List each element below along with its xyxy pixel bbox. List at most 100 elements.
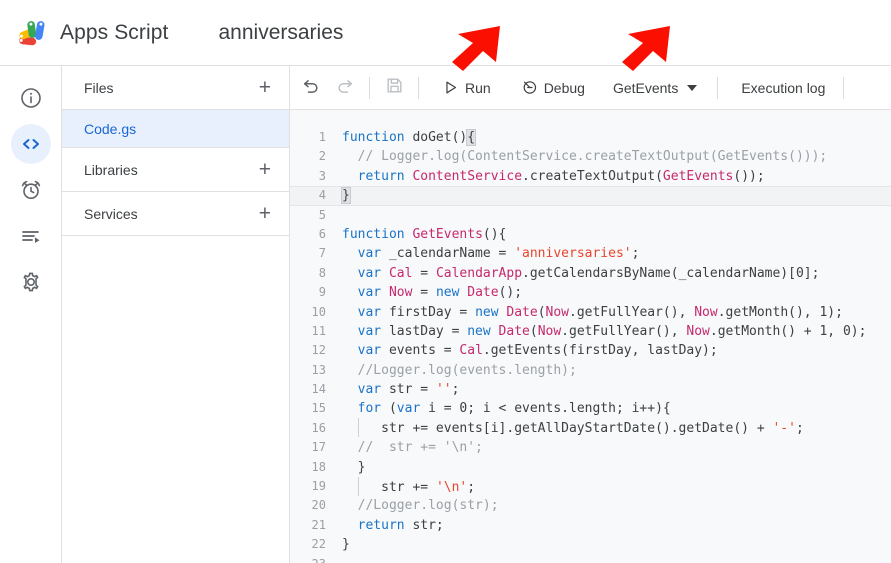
code-line: 11 var lastDay = new Date(Now.getFullYea… (290, 322, 891, 341)
add-file-button[interactable]: + (259, 77, 271, 98)
save-disk-icon (385, 76, 404, 100)
code-line-text: for (var i = 0; i < events.length; i++){ (338, 399, 671, 418)
function-selector[interactable]: GetEvents (605, 76, 705, 100)
line-number: 23 (290, 555, 338, 563)
line-number: 1 (318, 130, 326, 144)
code-token: return (357, 517, 405, 533)
files-label: Files (84, 79, 114, 96)
code-token: ()); (733, 168, 765, 184)
code-token: } (342, 537, 350, 553)
code-line-text: function doGet(){ (338, 128, 477, 147)
code-line-text: return ContentService.createTextOutput(G… (338, 167, 765, 186)
code-token: Date (467, 285, 499, 301)
code-line: 18 } (290, 458, 891, 477)
code-token: str += (357, 479, 436, 495)
sidebar-item-editor[interactable] (10, 124, 51, 164)
code-line-text: return str; (338, 516, 444, 535)
code-line-text: var Now = new Date(); (338, 283, 522, 302)
code-token: i = (420, 401, 460, 417)
run-button[interactable]: Run (434, 75, 499, 100)
line-number: 14 (311, 382, 326, 397)
files-panel: Files + Code.gs Libraries + Services + (62, 66, 290, 563)
line-number: 16 (311, 420, 326, 435)
services-section-header[interactable]: Services + (62, 192, 289, 236)
code-line-text: function GetEvents(){ (338, 225, 506, 244)
undo-icon (301, 75, 321, 100)
code-token: // str += '\n'; (357, 440, 483, 456)
services-label: Services (84, 205, 138, 222)
redo-button[interactable] (328, 71, 362, 105)
sidebar-item-executions[interactable] (11, 216, 51, 256)
code-token: '-' (772, 421, 796, 437)
code-editor[interactable]: 1 function doGet(){2 // Logger.log(Conten… (290, 110, 891, 563)
code-line: 9 var Now = new Date(); (290, 283, 891, 302)
add-service-button[interactable]: + (259, 203, 271, 224)
sidebar-item-triggers[interactable] (11, 170, 51, 210)
code-token: Cal (459, 343, 483, 359)
code-line-text: } (338, 186, 351, 205)
code-line-text: } (338, 458, 366, 477)
code-line-text: str += events[i].getAllDayStartDate().ge… (338, 418, 804, 438)
code-line: 22} (290, 535, 891, 554)
code-line: 6 function GetEvents(){ (290, 225, 891, 244)
save-button[interactable] (377, 71, 411, 105)
code-token: Cal (388, 265, 413, 281)
toolbar-divider-4 (843, 76, 845, 99)
code-token: ); (827, 304, 843, 320)
code-token: lastDay = (381, 323, 468, 339)
code-token: ; (451, 382, 460, 398)
code-token: var (396, 401, 421, 417)
line-number: 2 (318, 149, 326, 164)
file-item-code-gs[interactable]: Code.gs (62, 110, 289, 148)
code-token: , (827, 323, 843, 339)
code-line-text: var _calendarName = 'anniversaries'; (338, 244, 640, 263)
executions-list-icon (19, 224, 43, 248)
code-token: 'anniversaries' (514, 246, 632, 262)
app-name: Apps Script (60, 20, 169, 44)
code-token: var (357, 265, 382, 281)
play-icon (442, 79, 459, 96)
code-token: () (451, 130, 468, 145)
code-line-text: var str = ''; (338, 380, 460, 399)
execution-log-label: Execution log (741, 79, 826, 96)
code-token: new (435, 285, 460, 301)
libraries-section-header[interactable]: Libraries + (62, 148, 289, 192)
code-token: 0 (842, 323, 851, 339)
sidebar-item-overview[interactable] (11, 78, 51, 118)
line-number: 19 (311, 479, 326, 494)
line-number: 11 (311, 323, 326, 338)
code-token: Date (498, 323, 530, 339)
debug-button[interactable]: Debug (513, 75, 593, 100)
code-token: ]; (803, 265, 820, 281)
code-token: var (357, 382, 382, 398)
line-number: 9 (318, 285, 326, 300)
code-token: Now (537, 323, 562, 339)
code-token: var (357, 304, 382, 320)
code-line: 4} (290, 186, 891, 206)
execution-log-button[interactable]: Execution log (733, 76, 833, 100)
code-token: (){ (482, 226, 507, 242)
code-line-text: // str += '\n'; (338, 438, 483, 457)
code-token: function (342, 226, 405, 242)
add-library-button[interactable]: + (259, 159, 271, 180)
sidebar-item-project-settings[interactable] (11, 262, 51, 302)
code-token: Now (388, 285, 413, 301)
code-token: GetEvents (662, 168, 734, 184)
code-line: 16 str += events[i].getAllDayStartDate()… (290, 418, 891, 438)
function-selector-label: GetEvents (612, 79, 679, 96)
line-number: 22 (311, 537, 326, 552)
undo-button[interactable] (294, 71, 328, 105)
code-token: ( (537, 304, 546, 320)
toolbar-divider-3 (717, 76, 719, 99)
code-token: ; (467, 479, 476, 495)
alarm-clock-icon (19, 178, 43, 202)
code-token: .createTextOutput( (522, 168, 663, 184)
files-section-header[interactable]: Files + (62, 66, 289, 110)
code-token: .getMonth(), (717, 304, 820, 320)
code-token: .getEvents(firstDay, lastDay); (482, 343, 718, 359)
